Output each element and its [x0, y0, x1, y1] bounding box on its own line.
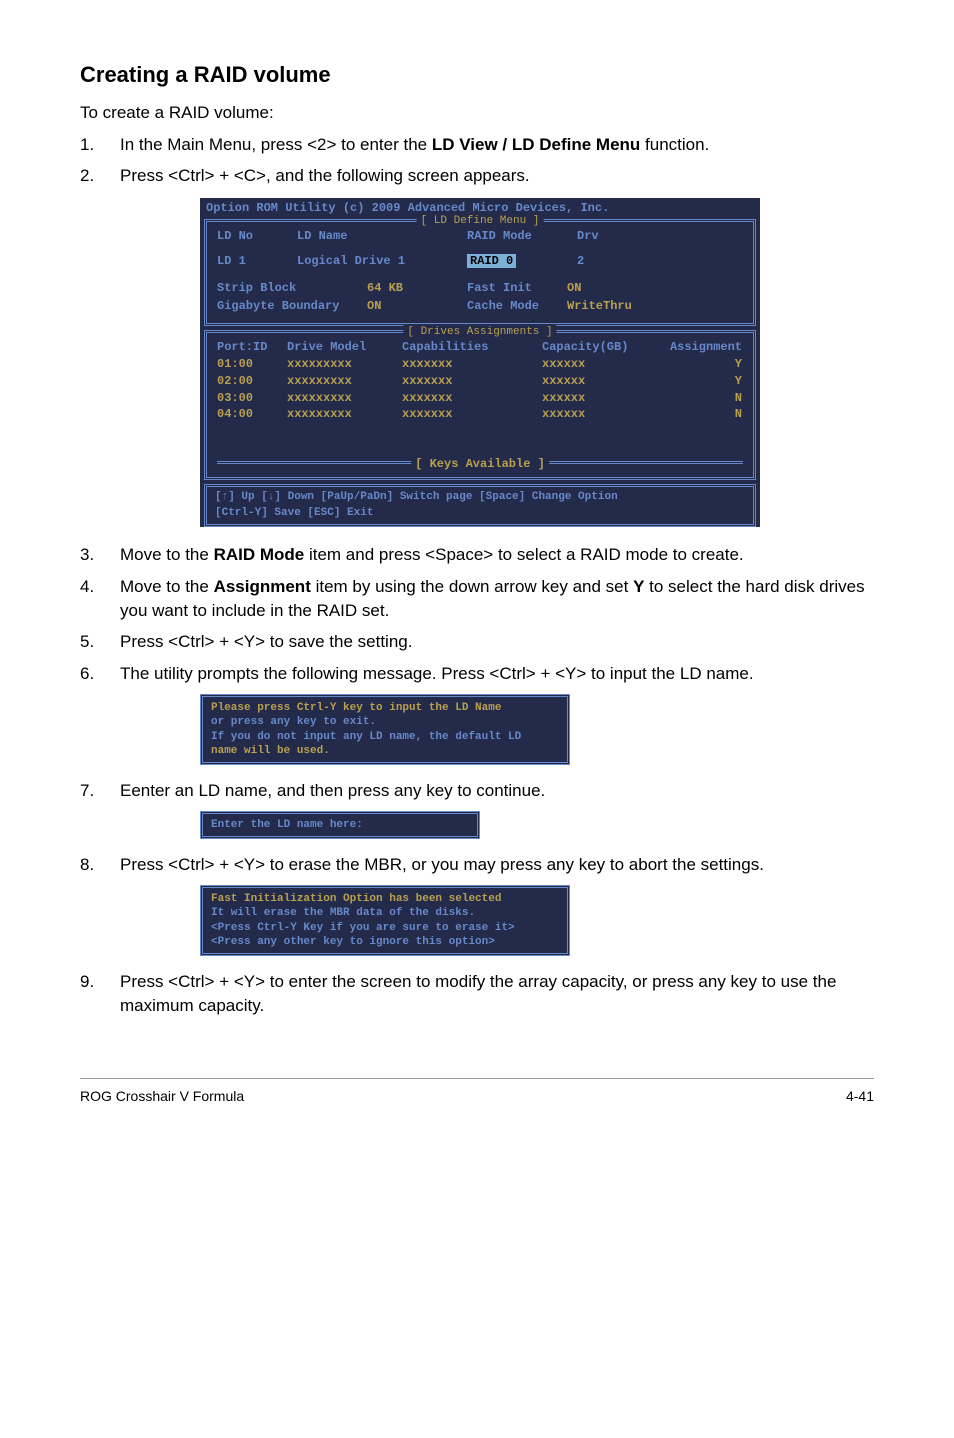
step-7: 7. Eenter an LD name, and then press any…	[80, 779, 874, 803]
step-text: In the Main Menu, press <2> to enter the…	[120, 133, 874, 157]
raid-mode-header: RAID Mode	[467, 228, 577, 245]
drive-row: 01:00 xxxxxxxxx xxxxxxx xxxxxx Y	[217, 356, 743, 373]
step-2: 2. Press <Ctrl> + <C>, and the following…	[80, 164, 874, 188]
keys-footer: [↑] Up [↓] Down [PaUp/PaDn] Switch page …	[204, 484, 756, 527]
step-4: 4. Move to the Assignment item by using …	[80, 575, 874, 623]
strip-block-label: Strip Block	[217, 280, 367, 297]
step-number: 7.	[80, 779, 120, 803]
frame-label: [ Drives Assignments ]	[403, 325, 556, 340]
ld-name-header: LD Name	[297, 228, 467, 245]
step-3: 3. Move to the RAID Mode item and press …	[80, 543, 874, 567]
drv-header: Drv	[577, 228, 743, 245]
drv-value: 2	[577, 253, 743, 270]
page-footer: ROG Crosshair V Formula 4-41	[80, 1078, 874, 1107]
cache-mode-value: WriteThru	[567, 298, 632, 315]
step-text: The utility prompts the following messag…	[120, 662, 874, 686]
step-text: Move to the Assignment item by using the…	[120, 575, 874, 623]
step-number: 9.	[80, 970, 120, 1018]
ld-define-frame: [ LD Define Menu ] LD No LD Name RAID Mo…	[204, 219, 756, 326]
step-number: 1.	[80, 133, 120, 157]
step-number: 5.	[80, 630, 120, 654]
footer-left: ROG Crosshair V Formula	[80, 1087, 244, 1107]
assignment-header: Assignment	[662, 339, 742, 356]
capacity-header: Capacity(GB)	[542, 339, 662, 356]
step-number: 8.	[80, 853, 120, 877]
ld-name-value: Logical Drive 1	[297, 253, 467, 270]
port-id-header: Port:ID	[217, 339, 287, 356]
drive-row: 02:00 xxxxxxxxx xxxxxxx xxxxxx Y	[217, 373, 743, 390]
step-text: Press <Ctrl> + <Y> to save the setting.	[120, 630, 874, 654]
ld-no-value: LD 1	[217, 253, 297, 270]
drives-assignments-frame: [ Drives Assignments ] Port:ID Drive Mod…	[204, 330, 756, 480]
intro-text: To create a RAID volume:	[80, 101, 874, 125]
step-6: 6. The utility prompts the following mes…	[80, 662, 874, 686]
gigabyte-boundary-label: Gigabyte Boundary	[217, 298, 367, 315]
capabilities-header: Capabilities	[402, 339, 542, 356]
step-text: Eenter an LD name, and then press any ke…	[120, 779, 874, 803]
enter-ld-name-box: Enter the LD name here:	[200, 811, 480, 839]
page-title: Creating a RAID volume	[80, 60, 874, 91]
footer-right: 4-41	[846, 1087, 874, 1107]
step-8: 8. Press <Ctrl> + <Y> to erase the MBR, …	[80, 853, 874, 877]
drive-row: 04:00 xxxxxxxxx xxxxxxx xxxxxx N	[217, 406, 743, 423]
fast-init-value: ON	[567, 280, 581, 297]
step-number: 4.	[80, 575, 120, 623]
keys-available-label: [ Keys Available ]	[411, 456, 549, 473]
step-number: 6.	[80, 662, 120, 686]
ld-name-prompt: Please press Ctrl-Y key to input the LD …	[200, 694, 570, 765]
step-5: 5. Press <Ctrl> + <Y> to save the settin…	[80, 630, 874, 654]
bios-screenshot: Option ROM Utility (c) 2009 Advanced Mic…	[200, 198, 760, 527]
strip-block-value: 64 KB	[367, 280, 467, 297]
fast-init-prompt: Fast Initialization Option has been sele…	[200, 885, 570, 956]
raid-mode-value[interactable]: RAID 0	[467, 254, 516, 268]
step-text: Move to the RAID Mode item and press <Sp…	[120, 543, 874, 567]
gigabyte-boundary-value: ON	[367, 298, 467, 315]
frame-label: [ LD Define Menu ]	[417, 214, 544, 229]
step-text: Press <Ctrl> + <Y> to erase the MBR, or …	[120, 853, 874, 877]
drive-model-header: Drive Model	[287, 339, 402, 356]
step-number: 2.	[80, 164, 120, 188]
drive-row: 03:00 xxxxxxxxx xxxxxxx xxxxxx N	[217, 390, 743, 407]
cache-mode-label: Cache Mode	[467, 298, 567, 315]
step-1: 1. In the Main Menu, press <2> to enter …	[80, 133, 874, 157]
step-number: 3.	[80, 543, 120, 567]
step-text: Press <Ctrl> + <C>, and the following sc…	[120, 164, 874, 188]
ld-no-header: LD No	[217, 228, 297, 245]
step-text: Press <Ctrl> + <Y> to enter the screen t…	[120, 970, 874, 1018]
step-9: 9. Press <Ctrl> + <Y> to enter the scree…	[80, 970, 874, 1018]
fast-init-label: Fast Init	[467, 280, 567, 297]
